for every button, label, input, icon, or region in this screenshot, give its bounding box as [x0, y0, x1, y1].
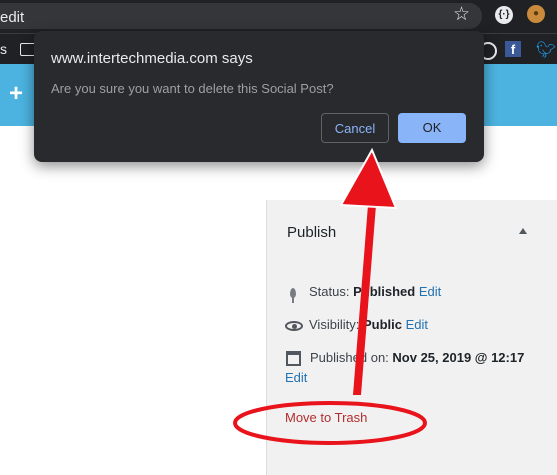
- twitter-icon[interactable]: 🐦︎: [536, 40, 556, 60]
- status-row: Status: Published Edit: [285, 284, 441, 303]
- published-edit-row: Edit: [285, 370, 307, 385]
- add-new-icon[interactable]: +: [9, 80, 23, 108]
- move-to-trash-link[interactable]: Move to Trash: [285, 410, 367, 425]
- visibility-value: Public: [362, 317, 402, 332]
- browser-toolbar: edit ☆ {·} ●: [0, 0, 557, 33]
- cancel-button[interactable]: Cancel: [321, 113, 389, 143]
- eye-icon: [285, 320, 303, 331]
- calendar-icon: [286, 351, 301, 367]
- bookmark-partial-label[interactable]: s: [0, 41, 7, 57]
- visibility-edit-link[interactable]: Edit: [406, 317, 428, 332]
- cookie-extension-icon[interactable]: ●: [527, 5, 545, 23]
- status-label: Status:: [309, 284, 354, 299]
- pin-icon: [290, 287, 296, 303]
- star-icon[interactable]: ☆: [453, 3, 470, 26]
- visibility-label: Visibility:: [309, 317, 363, 332]
- address-text: edit: [0, 9, 25, 26]
- published-row: Published on: Nov 25, 2019 @ 12:17: [285, 350, 525, 367]
- visibility-row: Visibility: Public Edit: [285, 317, 428, 332]
- confirm-dialog: www.intertechmedia.com says Are you sure…: [34, 31, 484, 162]
- dialog-title: www.intertechmedia.com says: [51, 50, 253, 67]
- published-label: Published on:: [310, 350, 393, 365]
- dialog-message: Are you sure you want to delete this Soc…: [51, 81, 334, 96]
- published-edit-link[interactable]: Edit: [285, 370, 307, 385]
- status-value: Published: [353, 284, 416, 299]
- extension-icon[interactable]: {·}: [495, 6, 513, 24]
- published-value: Nov 25, 2019 @ 12:17: [392, 350, 525, 365]
- ok-button[interactable]: OK: [398, 113, 466, 143]
- address-bar[interactable]: edit: [0, 3, 482, 29]
- collapse-toggle-icon[interactable]: [519, 228, 527, 234]
- publish-panel: Publish Status: Published Edit Visibilit…: [266, 200, 557, 475]
- facebook-icon[interactable]: f: [505, 41, 521, 57]
- publish-title: Publish: [287, 224, 337, 241]
- status-edit-link[interactable]: Edit: [419, 284, 441, 299]
